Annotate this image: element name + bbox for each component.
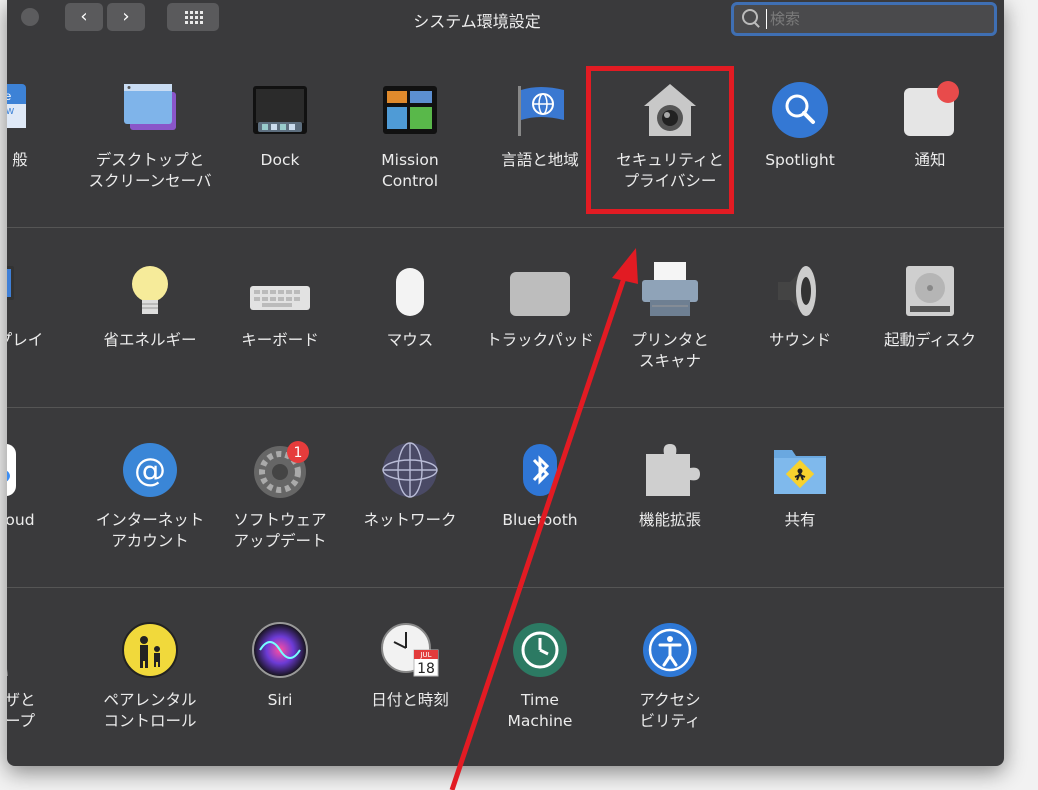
annotation-arrow [449, 248, 638, 790]
